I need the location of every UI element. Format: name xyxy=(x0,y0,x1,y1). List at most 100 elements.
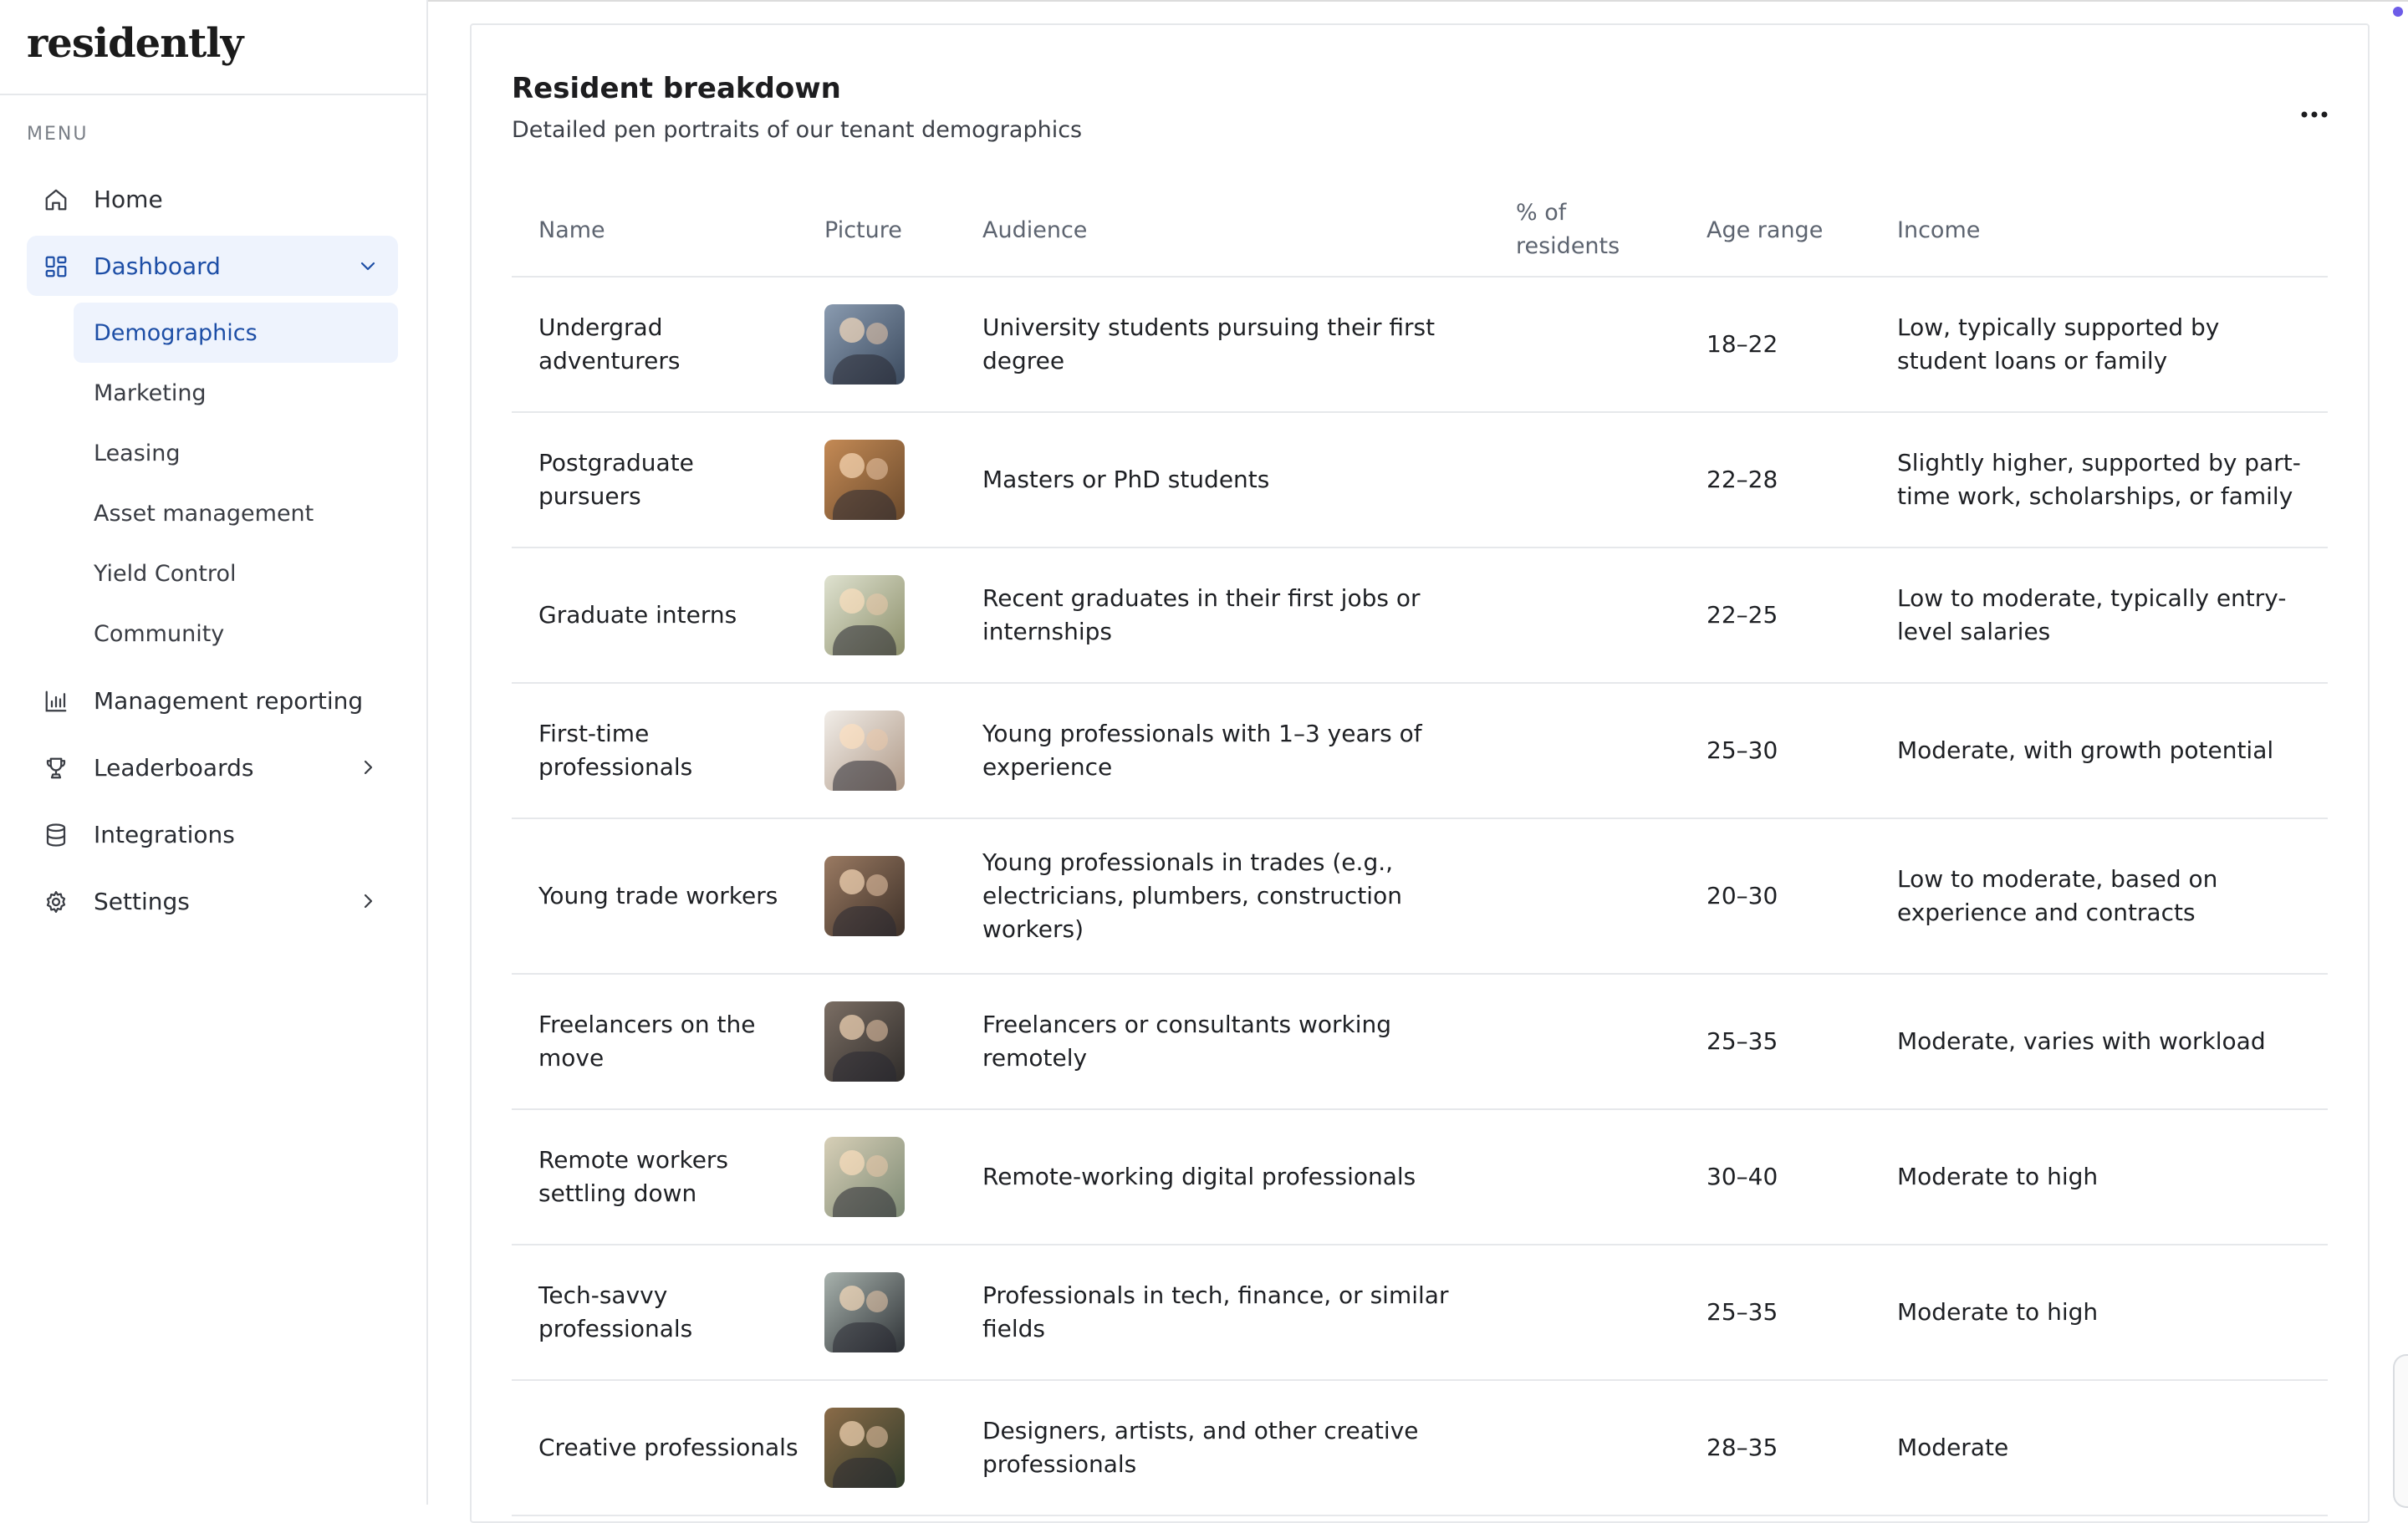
photo-shape xyxy=(839,1286,865,1311)
cell-income: Moderate xyxy=(1897,1380,2328,1516)
photo-shape xyxy=(866,1291,888,1312)
photo-shape xyxy=(839,1150,865,1175)
photo-shape xyxy=(839,1015,865,1040)
photo-shape xyxy=(866,458,888,480)
cell-income: Low to moderate, typically entry-level s… xyxy=(1897,548,2328,684)
chevron-right-icon[interactable] xyxy=(358,757,378,777)
sidebar-item-management-reporting[interactable]: Management reporting xyxy=(27,670,398,731)
cell-audience: Freelancers or consultants working remot… xyxy=(982,974,1516,1110)
photo-shape xyxy=(839,869,865,894)
table-row[interactable]: Freelancers on the move Freelancers or co… xyxy=(512,974,2328,1110)
chevron-down-icon[interactable] xyxy=(358,256,378,276)
cell-name: Undergrad adventurers xyxy=(512,277,824,413)
table-row[interactable]: First-time professionals Young profession… xyxy=(512,683,2328,819)
photo-shape xyxy=(839,588,865,614)
cell-audience: Designers, artists, and other creative p… xyxy=(982,1380,1516,1516)
cell-age-range: 25–35 xyxy=(1707,974,1897,1110)
photo-shape xyxy=(866,1426,888,1448)
sidebar-subitem-asset-management[interactable]: Asset management xyxy=(74,483,398,543)
cell-percent xyxy=(1516,277,1707,413)
sidebar-subitem-marketing[interactable]: Marketing xyxy=(74,363,398,423)
cell-age-range: 30–40 xyxy=(1707,1109,1897,1245)
resident-breakdown-card: Resident breakdown Detailed pen portrait… xyxy=(470,23,2370,1523)
photo-shape xyxy=(839,318,865,343)
cell-percent xyxy=(1516,548,1707,684)
cell-audience: Remote-working digital professionals xyxy=(982,1109,1516,1245)
more-options-icon[interactable] xyxy=(2298,102,2331,127)
sidebar-subitem-demographics[interactable]: Demographics xyxy=(74,303,398,363)
sidebar-item-leaderboards[interactable]: Leaderboards xyxy=(27,737,398,797)
table-row[interactable]: Graduate interns Recent graduates in thei… xyxy=(512,548,2328,684)
bar-chart-icon xyxy=(45,690,67,712)
scrollbar-handle[interactable] xyxy=(2393,1354,2408,1508)
table-row[interactable]: Remote workers settling down Remote-worki… xyxy=(512,1109,2328,1245)
column-header-name[interactable]: Name xyxy=(512,184,824,278)
cell-percent xyxy=(1516,683,1707,819)
cell-name: First-time professionals xyxy=(512,683,824,819)
table-row[interactable]: Postgraduate pursuers Masters or PhD stud… xyxy=(512,412,2328,548)
column-header-picture[interactable]: Picture xyxy=(824,184,982,278)
photo-shape xyxy=(833,1322,896,1352)
cell-name: Graduate interns xyxy=(512,548,824,684)
resident-photo xyxy=(824,575,905,655)
cell-audience: Professionals in tech, finance, or simil… xyxy=(982,1245,1516,1381)
gear-icon xyxy=(46,891,66,913)
sidebar-item-integrations[interactable]: Integrations xyxy=(27,804,398,864)
sidebar-subitem-label: Demographics xyxy=(94,319,258,346)
sidebar-subitem-label: Yield Control xyxy=(94,560,237,587)
sidebar-item-label: Integrations xyxy=(94,820,235,848)
table-body: Undergrad adventurers University students… xyxy=(512,277,2328,1516)
cell-age-range: 18–22 xyxy=(1707,277,1897,413)
sidebar-subitem-leasing[interactable]: Leasing xyxy=(74,423,398,483)
photo-shape xyxy=(866,1155,888,1177)
photo-shape xyxy=(839,1421,865,1446)
photo-shape xyxy=(839,724,865,749)
chevron-right-icon[interactable] xyxy=(358,891,378,911)
cell-percent xyxy=(1516,412,1707,548)
cell-age-range: 28–35 xyxy=(1707,1380,1897,1516)
menu-section-label: MENU xyxy=(27,124,89,145)
dashboard-grid-icon xyxy=(45,256,67,278)
app-logo[interactable]: residently xyxy=(27,20,243,67)
cell-name: Creative professionals xyxy=(512,1380,824,1516)
cell-income: Moderate, varies with workload xyxy=(1897,974,2328,1110)
column-header-percent[interactable]: % of residents xyxy=(1516,184,1707,278)
photo-shape xyxy=(833,1458,896,1488)
cell-age-range: 20–30 xyxy=(1707,818,1897,975)
sidebar-subitem-community[interactable]: Community xyxy=(74,604,398,664)
table-row[interactable]: Undergrad adventurers University students… xyxy=(512,277,2328,413)
cell-picture xyxy=(824,683,982,819)
column-header-age[interactable]: Age range xyxy=(1707,184,1897,278)
cell-audience: Recent graduates in their first jobs or … xyxy=(982,548,1516,684)
table-row[interactable]: Creative professionals Designers, artists… xyxy=(512,1380,2328,1516)
cell-income: Low, typically supported by student loan… xyxy=(1897,277,2328,413)
sidebar-item-settings[interactable]: Settings xyxy=(27,871,398,931)
resident-photo xyxy=(824,1001,905,1082)
sidebar-subitem-label: Asset management xyxy=(94,500,314,527)
resident-table: Name Picture Audience % of residents Age… xyxy=(512,184,2328,1516)
sidebar-subitem-label: Marketing xyxy=(94,379,207,406)
cell-picture xyxy=(824,1380,982,1516)
table-row[interactable]: Young trade workers Young professionals i… xyxy=(512,818,2328,975)
cell-age-range: 22–28 xyxy=(1707,412,1897,548)
table-row[interactable]: Tech-savvy professionals Professionals in… xyxy=(512,1245,2328,1381)
resident-photo xyxy=(824,856,905,936)
cell-age-range: 25–35 xyxy=(1707,1245,1897,1381)
resident-photo xyxy=(824,1137,905,1217)
photo-shape xyxy=(833,490,896,520)
cell-income: Slightly higher, supported by part-time … xyxy=(1897,412,2328,548)
cell-picture xyxy=(824,412,982,548)
sidebar-subitem-yield-control[interactable]: Yield Control xyxy=(74,543,398,604)
sidebar-item-dashboard[interactable]: Dashboard xyxy=(27,236,398,296)
column-header-income[interactable]: Income xyxy=(1897,184,2328,278)
table-header-row: Name Picture Audience % of residents Age… xyxy=(512,184,2328,278)
photo-shape xyxy=(866,729,888,751)
card-title: Resident breakdown xyxy=(512,72,841,105)
sidebar-subitem-label: Community xyxy=(94,620,225,647)
column-header-audience[interactable]: Audience xyxy=(982,184,1516,278)
resident-photo xyxy=(824,1272,905,1352)
sidebar-item-home[interactable]: Home xyxy=(27,169,398,229)
divider xyxy=(0,94,426,95)
resident-photo xyxy=(824,304,905,385)
cell-percent xyxy=(1516,1245,1707,1381)
